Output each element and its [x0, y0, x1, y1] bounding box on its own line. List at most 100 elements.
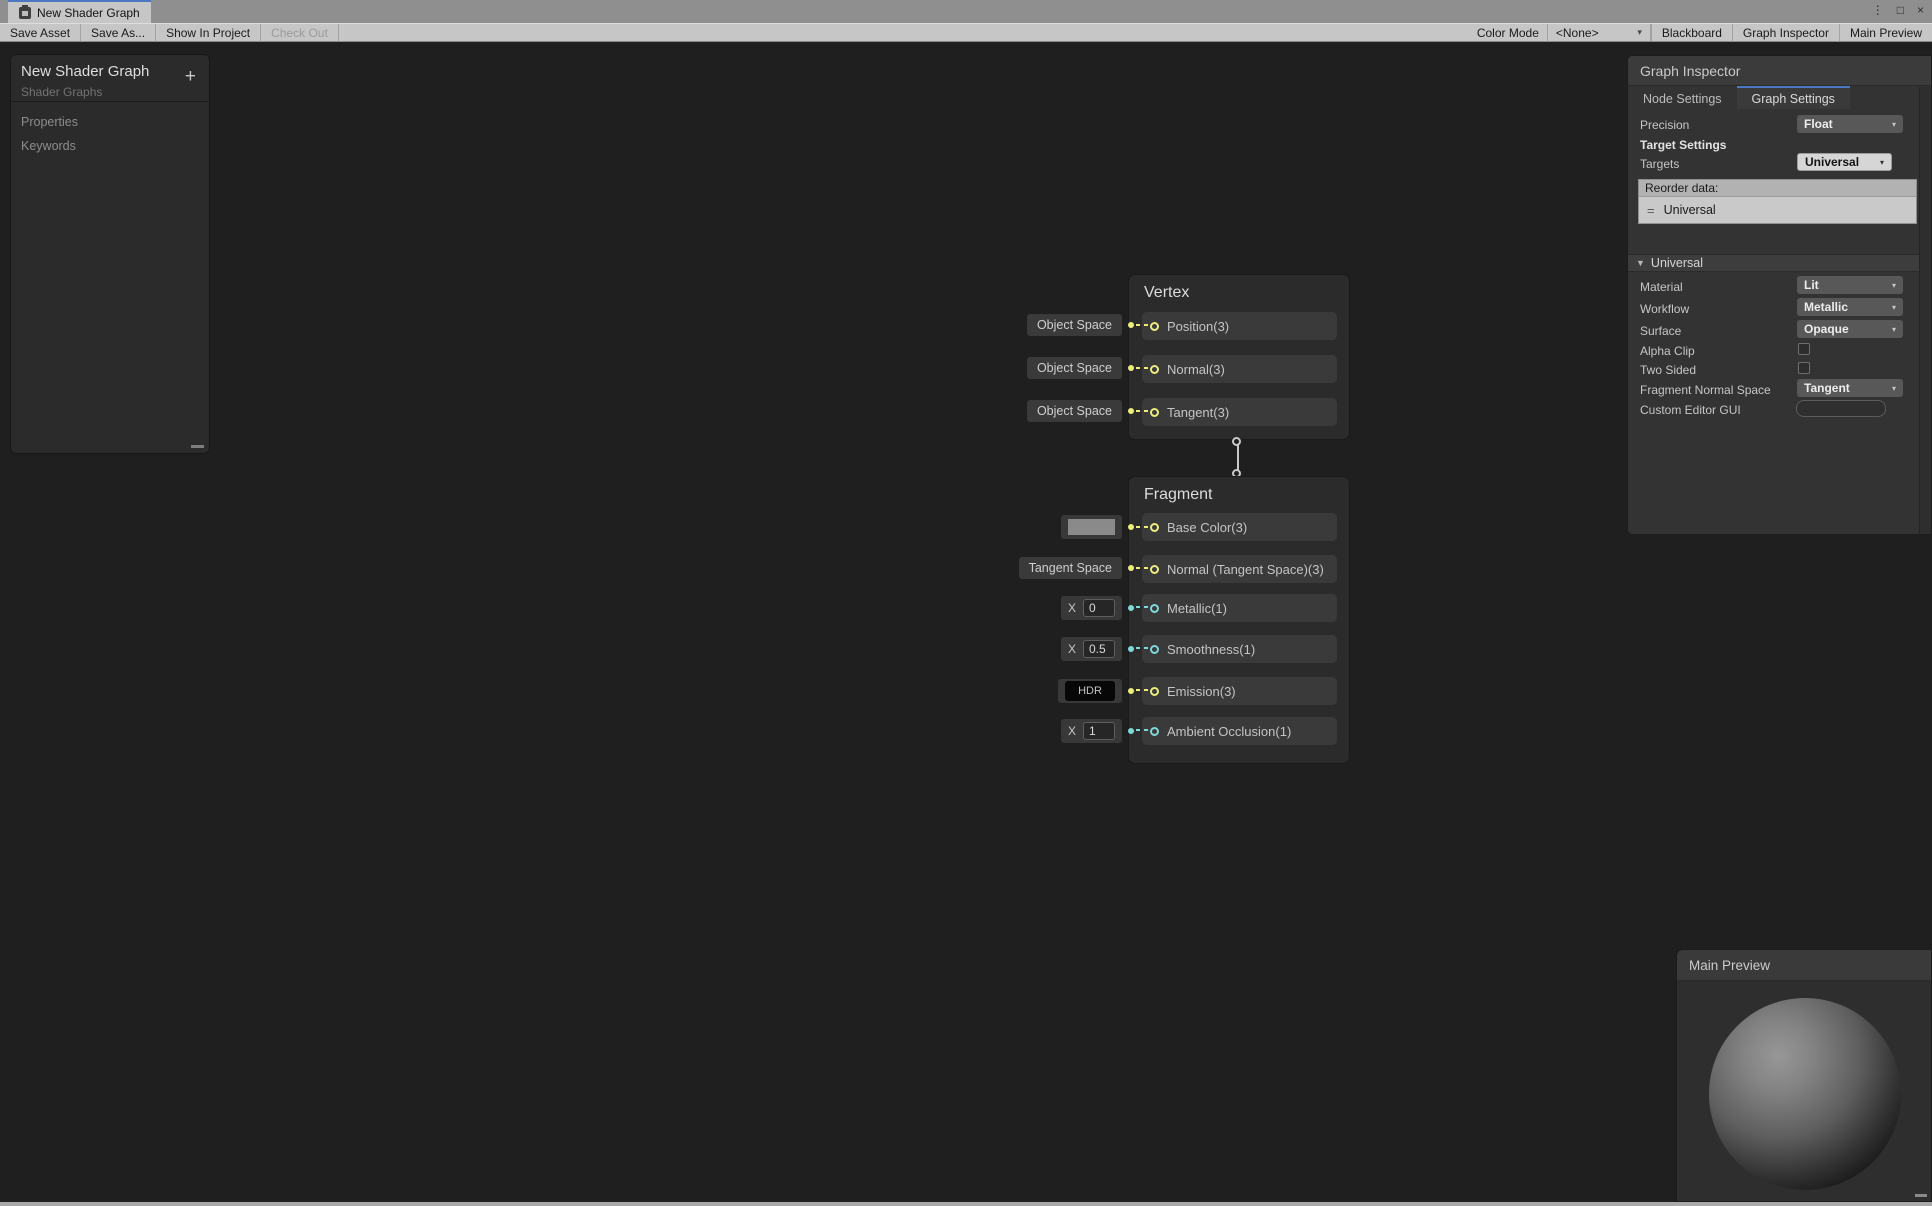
connector-dash-icon [1136, 367, 1149, 369]
save-as-button[interactable]: Save As... [81, 24, 156, 41]
port-label: Emission(3) [1167, 684, 1236, 699]
port-circle-icon[interactable] [1150, 604, 1159, 613]
main-preview-header: Main Preview [1677, 950, 1931, 981]
show-in-project-button[interactable]: Show In Project [156, 24, 261, 41]
port-circle-icon[interactable] [1150, 523, 1159, 532]
metallic-value-widget: X 0 [1061, 596, 1134, 620]
document-tab-label: New Shader Graph [37, 6, 140, 20]
port-label: Position(3) [1167, 319, 1229, 334]
dropdown-arrow-icon: ▾ [1892, 384, 1896, 393]
connector-dash-icon [1136, 410, 1149, 412]
fragment-node-title: Fragment [1144, 486, 1212, 504]
fragment-port-smoothness[interactable]: Smoothness(1) [1142, 635, 1337, 663]
universal-foldout[interactable]: ▼ Universal [1628, 254, 1931, 272]
inspector-scrollbar[interactable] [1919, 87, 1931, 534]
port-circle-icon[interactable] [1150, 408, 1159, 417]
reorder-data-header: Reorder data: [1639, 180, 1916, 197]
surface-dropdown[interactable]: Opaque ▾ [1797, 320, 1903, 338]
main-preview-panel: Main Preview [1676, 949, 1932, 1202]
float-field-box: X 0 [1061, 596, 1122, 620]
vertex-port-tangent[interactable]: Tangent(3) [1142, 398, 1337, 426]
port-label: Tangent(3) [1167, 405, 1229, 420]
vertex-port-normal[interactable]: Normal(3) [1142, 355, 1337, 383]
fragment-port-normal[interactable]: Normal (Tangent Space)(3) [1142, 555, 1337, 583]
blackboard-section-keywords[interactable]: Keywords [21, 139, 76, 153]
fragment-port-ambient-occlusion[interactable]: Ambient Occlusion(1) [1142, 717, 1337, 745]
custom-editor-gui-field[interactable] [1796, 400, 1886, 417]
surface-value: Opaque [1804, 322, 1849, 336]
material-label: Material [1640, 280, 1683, 294]
port-circle-icon[interactable] [1150, 645, 1159, 654]
port-label: Ambient Occlusion(1) [1167, 724, 1291, 739]
drag-handle-icon[interactable]: = [1647, 203, 1655, 218]
two-sided-checkbox[interactable] [1798, 362, 1810, 374]
material-dropdown[interactable]: Lit ▾ [1797, 276, 1903, 294]
x-component-label: X [1068, 642, 1076, 656]
port-circle-icon[interactable] [1150, 565, 1159, 574]
vertex-fragment-edge[interactable] [1237, 445, 1239, 471]
fragment-normal-space-value: Tangent [1804, 381, 1850, 395]
window-menu-icon[interactable]: ⋮ [1872, 3, 1884, 17]
color-mode-dropdown[interactable]: <None> ▾ [1547, 24, 1651, 41]
workflow-dropdown[interactable]: Metallic ▾ [1797, 298, 1903, 316]
window-maximize-icon[interactable]: □ [1897, 3, 1904, 17]
port-circle-icon[interactable] [1150, 365, 1159, 374]
tab-graph-settings[interactable]: Graph Settings [1737, 86, 1850, 109]
save-asset-button[interactable]: Save Asset [0, 24, 81, 41]
preview-sphere[interactable] [1709, 998, 1901, 1190]
normal-space-dropdown[interactable]: Object Space [1027, 357, 1122, 379]
color-swatch[interactable] [1068, 519, 1115, 535]
fragment-port-base-color[interactable]: Base Color(3) [1142, 513, 1337, 541]
preview-resize-handle[interactable] [1915, 1194, 1927, 1197]
target-settings-label: Target Settings [1640, 138, 1726, 152]
port-label: Metallic(1) [1167, 601, 1227, 616]
port-label: Normal (Tangent Space)(3) [1167, 562, 1324, 577]
blackboard-resize-handle[interactable] [191, 445, 204, 448]
dropdown-arrow-icon: ▾ [1892, 120, 1896, 129]
precision-dropdown[interactable]: Float ▾ [1797, 115, 1903, 133]
shader-graph-window: New Shader Graph ⋮ □ × Save Asset Save A… [0, 0, 1932, 1206]
dropdown-arrow-icon: ▾ [1892, 303, 1896, 312]
fragment-normal-space-label: Fragment Normal Space [1640, 383, 1771, 397]
vertex-port-position[interactable]: Position(3) [1142, 312, 1337, 340]
check-out-button[interactable]: Check Out [261, 24, 339, 41]
precision-label: Precision [1640, 118, 1689, 132]
fragment-port-emission[interactable]: Emission(3) [1142, 677, 1337, 705]
smoothness-value-field[interactable]: 0.5 [1083, 640, 1115, 658]
port-circle-icon[interactable] [1150, 687, 1159, 696]
ambient-occlusion-value-field[interactable]: 1 [1083, 722, 1115, 740]
document-tab[interactable]: New Shader Graph [8, 0, 151, 23]
fragment-node[interactable]: Fragment Base Color(3) Normal (Tangent S… [1128, 476, 1350, 764]
connector-dash-icon [1136, 526, 1149, 528]
add-property-button[interactable]: + [185, 67, 196, 86]
position-space-dropdown[interactable]: Object Space [1027, 314, 1122, 336]
window-close-icon[interactable]: × [1917, 3, 1924, 17]
two-sided-label: Two Sided [1640, 363, 1696, 377]
ambient-occlusion-value-widget: X 1 [1061, 719, 1134, 743]
vertex-node[interactable]: Vertex Position(3) Normal(3) Tangent(3) [1128, 274, 1350, 440]
graph-canvas[interactable]: New Shader Graph Shader Graphs + Propert… [0, 42, 1932, 1202]
main-preview-toggle-button[interactable]: Main Preview [1839, 24, 1932, 41]
hdr-color-swatch[interactable]: HDR [1065, 681, 1115, 701]
reorder-item-universal[interactable]: = Universal [1639, 197, 1916, 223]
tangent-space-dropdown[interactable]: Tangent Space [1019, 557, 1122, 579]
blackboard-toggle-button[interactable]: Blackboard [1651, 24, 1732, 41]
vertex-output-port-circle[interactable] [1232, 437, 1241, 446]
port-label: Smoothness(1) [1167, 642, 1255, 657]
tangent-space-dropdown[interactable]: Object Space [1027, 400, 1122, 422]
tab-node-settings[interactable]: Node Settings [1628, 86, 1737, 109]
port-circle-icon[interactable] [1150, 727, 1159, 736]
targets-dropdown[interactable]: Universal ▾ [1797, 153, 1892, 171]
port-label: Normal(3) [1167, 362, 1225, 377]
port-circle-icon[interactable] [1150, 322, 1159, 331]
smoothness-value-widget: X 0.5 [1061, 637, 1134, 661]
foldout-arrow-icon: ▼ [1636, 258, 1645, 268]
blackboard-section-properties[interactable]: Properties [21, 115, 78, 129]
alpha-clip-checkbox[interactable] [1798, 343, 1810, 355]
metallic-value-field[interactable]: 0 [1083, 599, 1115, 617]
fragment-port-metallic[interactable]: Metallic(1) [1142, 594, 1337, 622]
graph-inspector-panel: Graph Inspector Node Settings Graph Sett… [1627, 55, 1932, 535]
fragment-normal-space-dropdown[interactable]: Tangent ▾ [1797, 379, 1903, 397]
graph-inspector-toggle-button[interactable]: Graph Inspector [1732, 24, 1839, 41]
connector-dash-icon [1136, 729, 1149, 731]
